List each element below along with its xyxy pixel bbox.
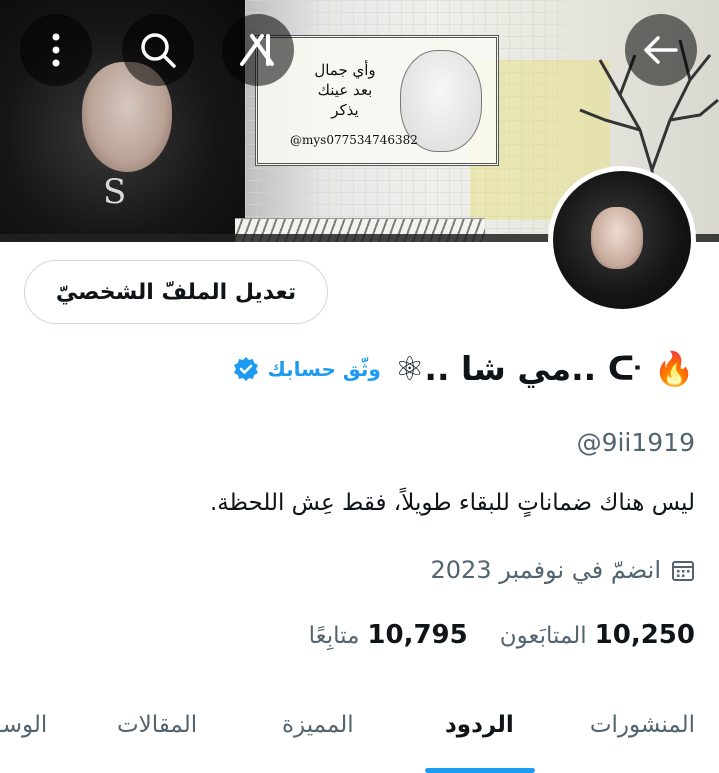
grok-logo-icon xyxy=(240,34,274,66)
tab-highlights[interactable]: المميزة xyxy=(282,712,354,738)
following-stat[interactable]: 10,795 متابِعًا xyxy=(309,620,468,650)
banner-card-line2: بعد عينك xyxy=(317,81,373,99)
joined-date: انضمّ في نوفمبر 2023 xyxy=(430,556,661,584)
banner-card-line1: وأي جمال xyxy=(314,61,376,79)
more-vertical-icon xyxy=(52,33,60,67)
profile-avatar[interactable] xyxy=(548,166,696,314)
tab-replies[interactable]: الردود xyxy=(445,712,514,738)
back-button[interactable] xyxy=(625,14,697,86)
verified-badge-icon xyxy=(234,357,259,381)
tab-media[interactable]: الوسـ xyxy=(0,712,47,738)
profile-bio: ليس هناك ضماناتٍ للبقاء طويلاً، فقط عِش … xyxy=(209,490,695,516)
search-button[interactable] xyxy=(122,14,194,86)
active-tab-indicator xyxy=(425,768,535,773)
banner-letter: S xyxy=(103,172,127,212)
verify-account-link[interactable]: وثّق حسابك xyxy=(233,356,381,382)
following-label: متابِعًا xyxy=(308,623,360,649)
display-name: ⚛.. مي شا.. ᑢ 🔥 xyxy=(394,349,695,388)
profile-handle: @9ii1919 xyxy=(576,428,695,457)
banner-card-text: وأي جمال بعد عينك يذكر xyxy=(300,60,390,120)
grok-button[interactable] xyxy=(222,14,294,86)
banner-card-handle: @mys077534746382 xyxy=(290,133,418,147)
profile-tabs: المنشورات الردود المميزة المقالات الوسـ xyxy=(0,690,719,773)
followers-stat[interactable]: 10,250 المتابَعون xyxy=(500,620,695,650)
avatar-image xyxy=(553,171,691,309)
name-row: ⚛.. مي شا.. ᑢ 🔥 وثّق حسابك xyxy=(233,344,695,394)
profile-stats: 10,250 المتابَعون 10,795 متابِعًا xyxy=(309,620,695,650)
banner-card-line3: يذكر xyxy=(331,101,359,119)
followers-label: المتابَعون xyxy=(499,623,587,649)
following-count: 10,795 xyxy=(367,620,468,650)
arrow-left-icon xyxy=(644,36,678,64)
more-button[interactable] xyxy=(20,14,92,86)
followers-count: 10,250 xyxy=(594,620,695,650)
search-icon xyxy=(141,33,176,68)
verify-account-label: وثّق حسابك xyxy=(267,357,381,381)
avatar-face xyxy=(591,207,643,269)
calendar-icon xyxy=(672,561,694,581)
joined-date-row: انضمّ في نوفمبر 2023 xyxy=(431,556,695,584)
tab-articles[interactable]: المقالات xyxy=(117,712,197,738)
tab-posts[interactable]: المنشورات xyxy=(590,712,695,738)
edit-profile-button[interactable]: تعديل الملفّ الشخصيّ xyxy=(24,260,328,324)
